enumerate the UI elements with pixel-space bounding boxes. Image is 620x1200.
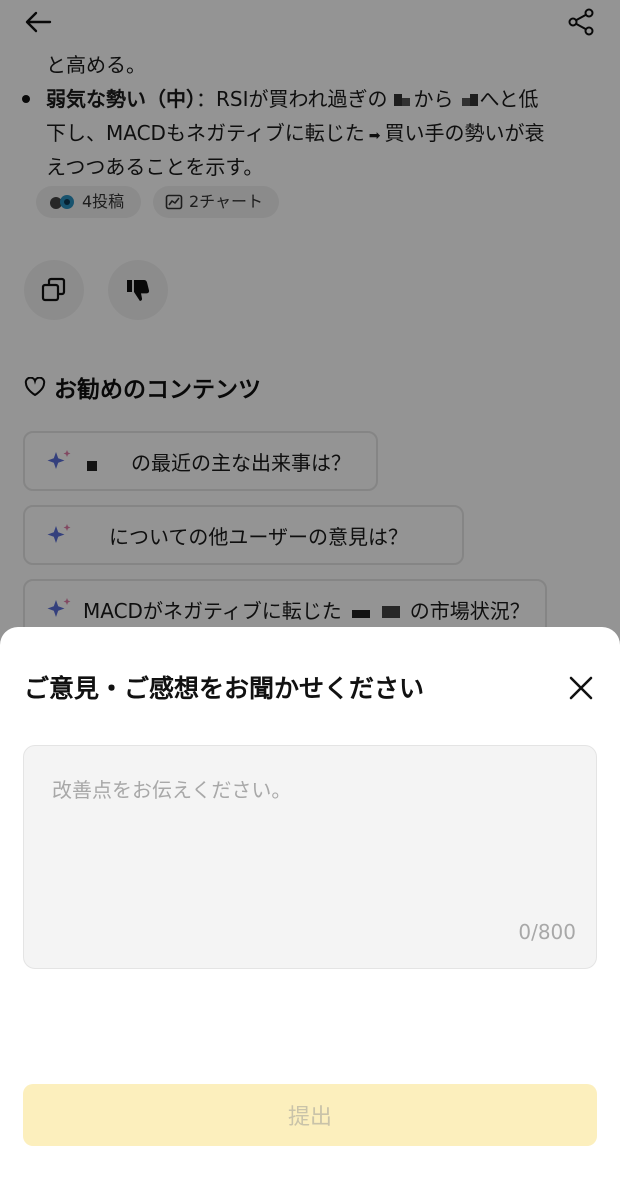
submit-button[interactable]: 提出 <box>23 1084 597 1146</box>
feedback-title: ご意見・ご感想をお聞かせください <box>24 674 425 703</box>
feedback-placeholder: 改善点をお伝えください。 <box>52 778 292 802</box>
feedback-sheet: ご意見・ご感想をお聞かせください 改善点をお伝えください。 0/800 提出 <box>0 627 620 1200</box>
feedback-textarea[interactable]: 改善点をお伝えください。 0/800 <box>23 745 597 969</box>
character-counter: 0/800 <box>518 920 576 944</box>
close-icon[interactable] <box>566 673 596 703</box>
